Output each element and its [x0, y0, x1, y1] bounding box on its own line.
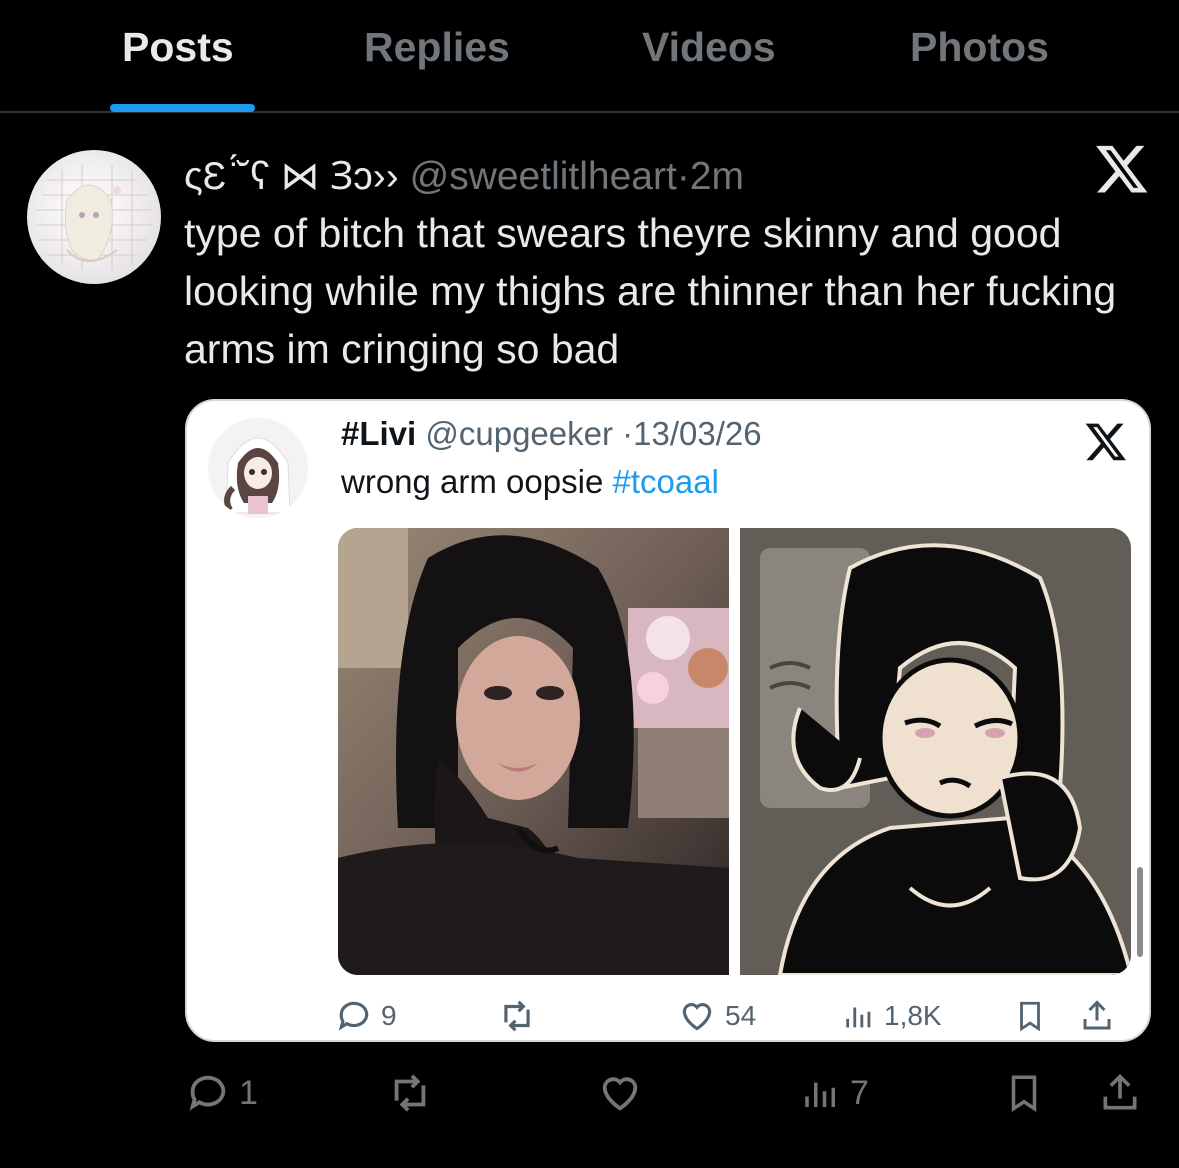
heart-icon [602, 1077, 638, 1111]
bookmark-icon [1020, 1001, 1040, 1032]
tab-replies[interactable]: Replies [364, 24, 510, 71]
quote-like-count: 54 [725, 1000, 757, 1031]
quote-header: #Livi @cupgeeker ·13/03/26 [341, 415, 762, 453]
views-button[interactable]: 7 [800, 1070, 869, 1116]
quote-like-button[interactable]: 54 [677, 997, 756, 1035]
share-button[interactable] [1098, 1070, 1142, 1116]
bookmark-button[interactable] [1003, 1070, 1045, 1116]
quote-views-button[interactable]: 1,8K [842, 997, 942, 1035]
scrollbar[interactable] [1137, 867, 1143, 957]
share-icon [1083, 1000, 1111, 1030]
quote-body: wrong arm oopsie [341, 463, 604, 500]
active-tab-indicator [110, 104, 255, 112]
display-name[interactable]: ςƐ ̈́˘ʕ ⋈ Ɜɔ›› [184, 155, 399, 198]
reply-icon [189, 1075, 226, 1111]
avatar[interactable] [27, 150, 161, 284]
x-logo-icon [1094, 140, 1150, 196]
reply-icon [338, 1001, 369, 1031]
cartoon-drawing[interactable] [740, 528, 1131, 975]
quote-share-button[interactable] [1079, 997, 1115, 1035]
quote-display-name[interactable]: #Livi [341, 415, 416, 452]
views-icon [805, 1082, 835, 1107]
post-text: type of bitch that swears theyre skinny … [184, 210, 1117, 372]
tab-videos[interactable]: Videos [642, 24, 776, 71]
bookmark-icon [1011, 1075, 1037, 1113]
tab-posts[interactable]: Posts [122, 24, 234, 71]
view-count: 7 [850, 1073, 869, 1112]
tab-photos[interactable]: Photos [910, 24, 1049, 71]
quote-reply-button[interactable]: 9 [335, 997, 397, 1035]
quoted-post-card[interactable]: #Livi @cupgeeker ·13/03/26 wrong arm oop… [185, 399, 1151, 1042]
quote-separator: · [622, 415, 634, 452]
profile-tabs: Posts Replies Videos Photos [0, 0, 1179, 113]
repost-icon [504, 1000, 530, 1032]
quote-repost-button[interactable] [497, 997, 537, 1035]
quote-avatar[interactable] [208, 418, 308, 518]
quote-reply-count: 9 [381, 1000, 397, 1031]
repost-button[interactable] [385, 1070, 435, 1116]
post-header: ςƐ ̈́˘ʕ ⋈ Ɜɔ›› @sweetlitlheart·2m [184, 148, 744, 201]
quote-date[interactable]: 13/03/26 [633, 415, 761, 452]
share-icon [1103, 1073, 1137, 1110]
quote-text: wrong arm oopsie #tcoaal [341, 463, 719, 501]
reply-count: 1 [239, 1073, 258, 1112]
post-action-bar: 1 7 [0, 1062, 1179, 1132]
quote-action-bar: 9 54 1,8K [187, 991, 1149, 1040]
quote-handle[interactable]: @cupgeeker [425, 415, 613, 452]
quote-bookmark-button[interactable] [1013, 997, 1047, 1035]
quote-view-count: 1,8K [884, 1000, 942, 1031]
x-logo-icon [1084, 419, 1128, 463]
like-button[interactable] [595, 1070, 645, 1116]
selfie-photo[interactable] [338, 528, 729, 975]
heart-icon [682, 1003, 712, 1031]
hashtag-link[interactable]: #tcoaal [612, 463, 718, 500]
repost-icon [394, 1074, 426, 1112]
views-icon [846, 1007, 871, 1028]
separator: · [676, 155, 690, 198]
handle[interactable]: @sweetlitlheart [410, 155, 677, 198]
timestamp[interactable]: 2m [690, 155, 744, 198]
reply-button[interactable]: 1 [185, 1070, 258, 1116]
